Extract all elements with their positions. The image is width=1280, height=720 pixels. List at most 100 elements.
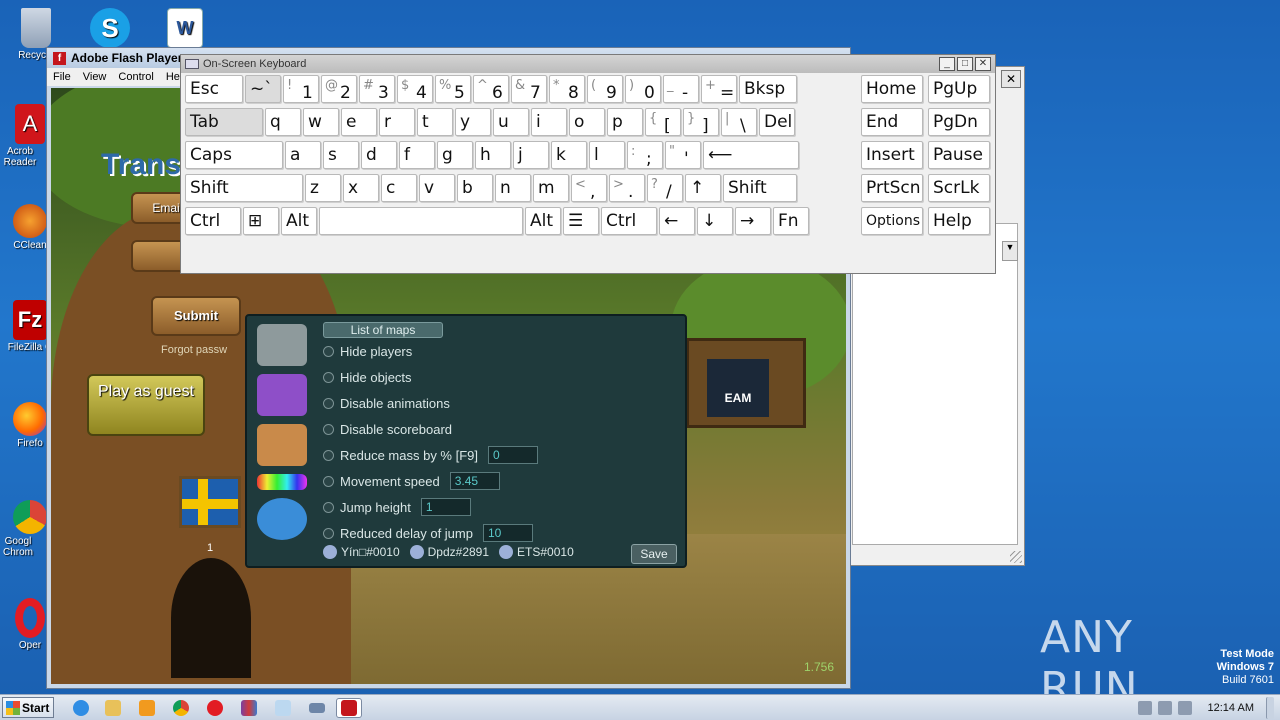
key[interactable]: #3 (359, 75, 395, 103)
clock[interactable]: 12:14 AM (1208, 702, 1254, 714)
key[interactable]: ? / (647, 174, 683, 202)
key[interactable]: m (533, 174, 569, 202)
save-button[interactable]: Save (631, 544, 677, 564)
key[interactable]: Options (861, 207, 923, 235)
key[interactable]: c (381, 174, 417, 202)
key[interactable]: @2 (321, 75, 357, 103)
option-hide-players[interactable]: Hide players (323, 344, 412, 359)
key[interactable]: PgDn (928, 108, 990, 136)
osk-title-bar[interactable]: On-Screen Keyboard _ □ ✕ (181, 55, 995, 73)
key[interactable]: % 5 (435, 75, 471, 103)
menu-view[interactable]: View (83, 71, 107, 83)
key[interactable]: Tab (185, 108, 263, 136)
key[interactable]: k (551, 141, 587, 169)
desktop-icon-skype[interactable]: S (80, 8, 140, 50)
key[interactable]: ← (659, 207, 695, 235)
character-icon[interactable] (257, 424, 307, 466)
key[interactable]: f (399, 141, 435, 169)
key[interactable]: ↓ (697, 207, 733, 235)
key[interactable]: * 8 (549, 75, 585, 103)
radio-button[interactable] (323, 501, 334, 513)
maximize-button[interactable]: □ (957, 57, 973, 71)
key[interactable]: ↑ (685, 174, 721, 202)
taskbar-explorer[interactable] (100, 698, 126, 718)
key[interactable]: + = (701, 75, 737, 103)
option-jump-height[interactable]: Jump height 1 (323, 498, 471, 516)
option-movement-speed[interactable]: Movement speed 3.45 (323, 472, 500, 490)
key[interactable]: p (607, 108, 643, 136)
key[interactable]: Shift (723, 174, 797, 202)
key[interactable]: j (513, 141, 549, 169)
folder-icon[interactable] (257, 374, 307, 416)
key[interactable]: Home (861, 75, 923, 103)
key[interactable]: Esc (185, 75, 243, 103)
key[interactable]: → (735, 207, 771, 235)
key[interactable]: v (419, 174, 455, 202)
option-reduce-mass[interactable]: Reduce mass by % [F9] 0 (323, 446, 538, 464)
key[interactable]: q (265, 108, 301, 136)
key[interactable]: ScrLk (928, 174, 990, 202)
key[interactable]: Alt (525, 207, 561, 235)
key[interactable]: PgUp (928, 75, 990, 103)
key[interactable] (319, 207, 523, 235)
key[interactable]: s (323, 141, 359, 169)
steam-sign[interactable]: EAM (686, 338, 806, 428)
key[interactable]: Help (928, 207, 990, 235)
gear-icon[interactable] (257, 498, 307, 540)
key[interactable]: Insert (861, 141, 923, 169)
radio-button[interactable] (323, 424, 334, 435)
close-button[interactable]: ✕ (975, 57, 991, 71)
option-disable-scoreboard[interactable]: Disable scoreboard (323, 422, 452, 437)
key[interactable]: Ctrl (185, 207, 241, 235)
key[interactable]: ☰ (563, 207, 599, 235)
key[interactable]: y (455, 108, 491, 136)
key[interactable]: :; (627, 141, 663, 169)
taskbar-osk[interactable] (304, 698, 330, 718)
action-center-flag-icon[interactable] (1177, 701, 1192, 715)
key[interactable]: | \ (721, 108, 757, 136)
key[interactable]: Ctrl (601, 207, 657, 235)
key[interactable]: h (475, 141, 511, 169)
key[interactable]: ! 1 (283, 75, 319, 103)
key[interactable]: i (531, 108, 567, 136)
on-screen-keyboard-window[interactable]: On-Screen Keyboard _ □ ✕ Esc ~`! 1 @2 #3 $4% 5… (180, 54, 996, 274)
mod-menu-panel[interactable]: List of maps Hide players Hide objects D… (245, 314, 687, 568)
radio-button[interactable] (323, 346, 334, 357)
key[interactable]: <, (571, 174, 607, 202)
key[interactable]: End (861, 108, 923, 136)
radio-button[interactable] (323, 475, 334, 487)
key[interactable]: d (361, 141, 397, 169)
dropdown-arrow[interactable]: ▼ (1002, 241, 1018, 261)
sweden-flag-room[interactable] (179, 476, 241, 528)
menu-control[interactable]: Control (118, 71, 153, 83)
key[interactable]: g (437, 141, 473, 169)
key[interactable]: Alt (281, 207, 317, 235)
radio-button[interactable] (323, 527, 334, 539)
key[interactable]: Del (759, 108, 795, 136)
resize-grip[interactable] (1010, 551, 1022, 563)
desktop-icon-word-document[interactable]: W (155, 8, 215, 50)
key[interactable]: Fn (773, 207, 809, 235)
menu-file[interactable]: File (53, 71, 71, 83)
key[interactable]: ) 0 (625, 75, 661, 103)
key[interactable]: z (305, 174, 341, 202)
key[interactable]: x (343, 174, 379, 202)
taskbar-opera[interactable] (202, 698, 228, 718)
taskbar-chrome[interactable] (168, 698, 194, 718)
keyboard-icon[interactable] (257, 474, 307, 490)
key[interactable]: PrtScn (861, 174, 923, 202)
close-button[interactable]: ✕ (1001, 70, 1021, 88)
key[interactable]: " ' (665, 141, 701, 169)
play-as-guest-button[interactable]: Play as guest (87, 374, 205, 436)
jump-delay-input[interactable]: 10 (482, 524, 533, 542)
taskbar-flash-player[interactable] (336, 698, 362, 718)
minimize-button[interactable]: _ (939, 57, 955, 71)
key[interactable]: _ - (663, 75, 699, 103)
key[interactable]: {[ (645, 108, 681, 136)
jump-height-input[interactable]: 1 (420, 498, 471, 516)
key[interactable]: e (341, 108, 377, 136)
key[interactable]: >. (609, 174, 645, 202)
option-disable-animations[interactable]: Disable animations (323, 396, 450, 411)
key[interactable]: (9 (587, 75, 623, 103)
submit-button[interactable]: Submit (151, 296, 241, 336)
